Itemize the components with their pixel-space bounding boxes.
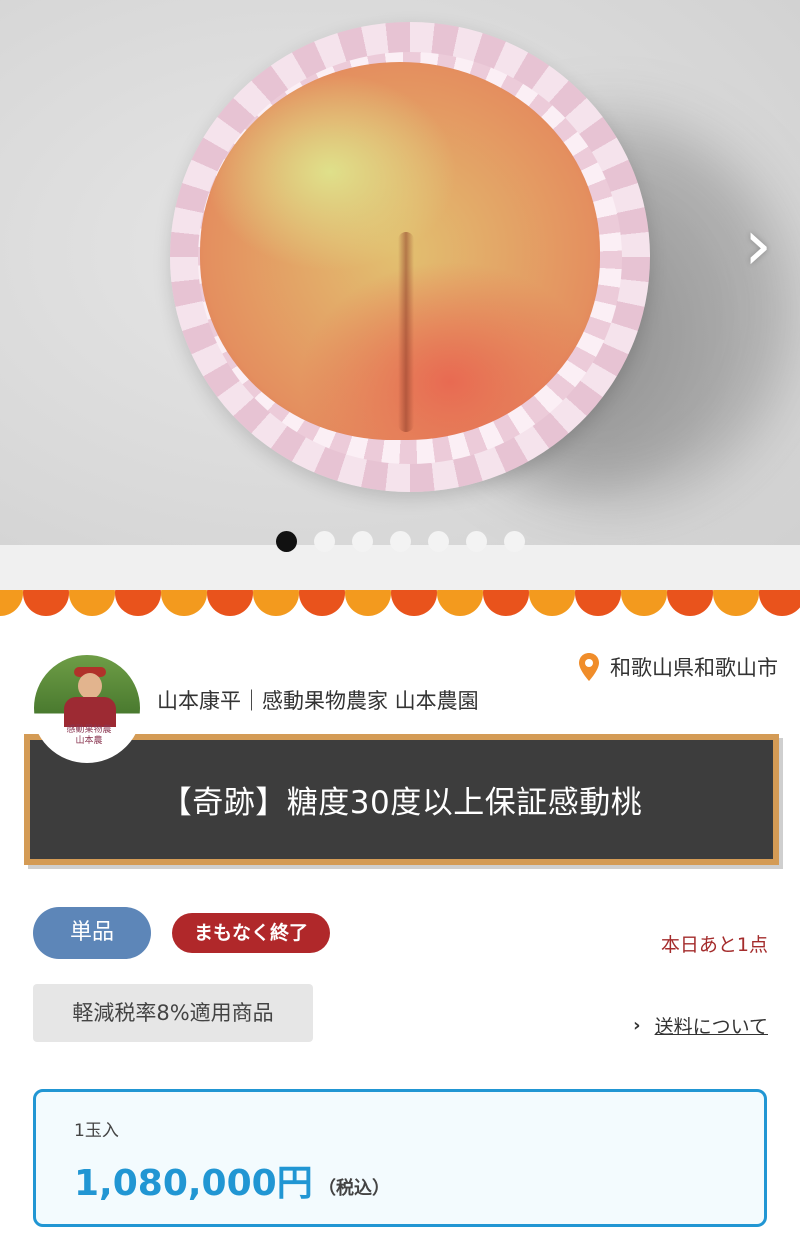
avatar-badge-logo: 感動果物農 山本農 (66, 725, 112, 746)
tag-ending-soon: まもなく終了 (172, 913, 330, 953)
scallop (345, 590, 391, 616)
product-title-board: 【奇跡】糖度30度以上保証感動桃 (24, 734, 779, 865)
carousel-dot-2[interactable] (313, 530, 335, 552)
scallop (759, 590, 800, 616)
scallop (23, 590, 69, 616)
scallop (713, 590, 759, 616)
producer-avatar[interactable]: 感動果物農 山本農 (32, 653, 142, 763)
variant-label: 1玉入 (74, 1121, 119, 1141)
location-text: 和歌山県和歌山市 (610, 656, 778, 680)
tag-single-item: 単品 (33, 907, 151, 959)
scallop (575, 590, 621, 616)
avatar-head (78, 673, 102, 699)
carousel-dot-7[interactable] (503, 530, 525, 552)
scallop (207, 590, 253, 616)
shipping-info-label: 送料について (654, 1016, 768, 1038)
carousel-dot-4[interactable] (389, 530, 411, 552)
location: 和歌山県和歌山市 (578, 652, 778, 682)
scallop (483, 590, 529, 616)
scallop (69, 590, 115, 616)
carousel-dot-6[interactable] (465, 530, 487, 552)
scallop (621, 590, 667, 616)
tax-included-note: （税込） (318, 1178, 390, 1199)
scallop (437, 590, 483, 616)
carousel-dot-5[interactable] (427, 530, 449, 552)
scallop (0, 590, 23, 616)
scallop (161, 590, 207, 616)
shipping-info-link[interactable]: › 送料について (633, 1012, 768, 1039)
scallop-divider (0, 590, 800, 616)
location-pin-icon (579, 653, 599, 681)
scallop (529, 590, 575, 616)
carousel-dot-3[interactable] (351, 530, 373, 552)
avatar-body (64, 697, 116, 727)
peach-crease (398, 232, 414, 432)
carousel-dot-1[interactable] (275, 530, 297, 552)
scallop (115, 590, 161, 616)
reduced-tax-badge: 軽減税率8%適用商品 (33, 984, 313, 1042)
scallop (299, 590, 345, 616)
product-title: 【奇跡】糖度30度以上保証感動桃 (160, 785, 643, 821)
stock-remaining: 本日あと1点 (660, 934, 768, 956)
scallop (391, 590, 437, 616)
chevron-right-icon: › (633, 1015, 641, 1036)
scallop (667, 590, 713, 616)
next-slide-arrow-icon[interactable]: › (738, 205, 778, 285)
product-photo[interactable]: › (0, 0, 800, 545)
price-amount: 1,080,000円 (74, 1163, 313, 1204)
scallop (253, 590, 299, 616)
carousel-dots (0, 520, 800, 562)
price-option-card[interactable]: 1玉入 1,080,000円 （税込） (33, 1089, 767, 1227)
producer-name[interactable]: 山本康平｜感動果物農家 山本農園 (157, 685, 479, 715)
